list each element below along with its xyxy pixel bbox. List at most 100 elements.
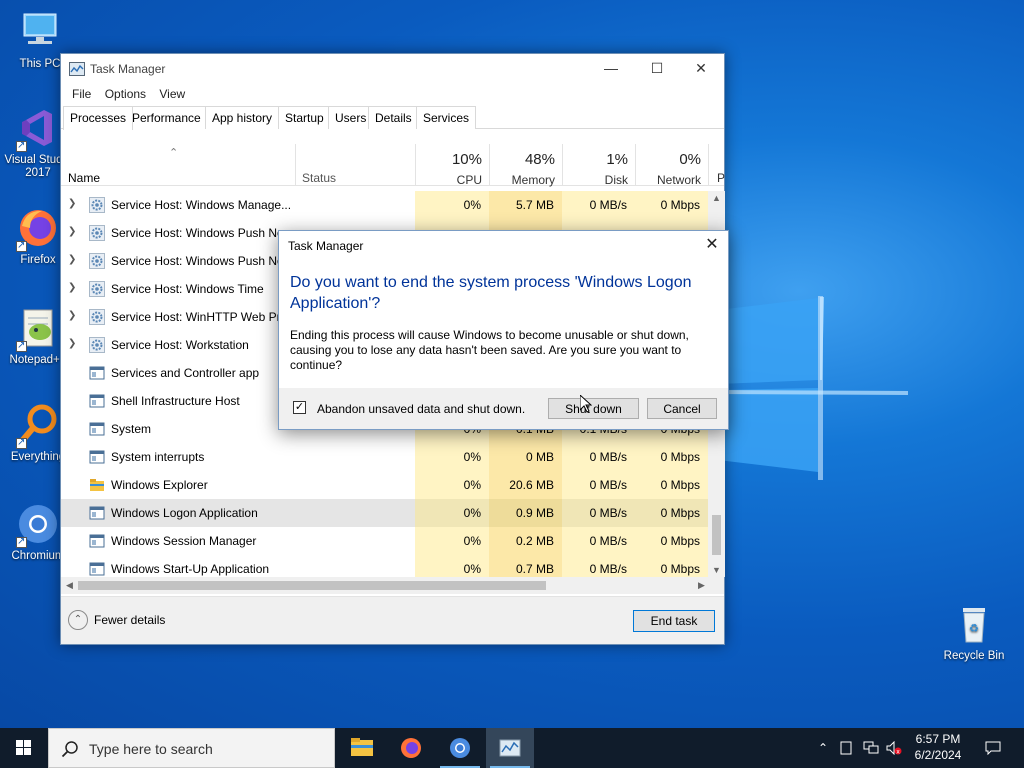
menu-file[interactable]: File [67, 82, 96, 106]
device-tray-icon[interactable] [836, 728, 856, 768]
start-button[interactable] [0, 728, 48, 768]
taskbar-file-explorer[interactable] [338, 728, 386, 768]
column-power-partial[interactable]: P [708, 144, 726, 186]
tab-users[interactable]: Users [328, 106, 374, 129]
memory-percent: 48% [524, 151, 555, 168]
end-process-dialog: Task Manager ✕ Do you want to end the sy… [278, 230, 729, 430]
close-button[interactable]: ✕ [678, 54, 724, 82]
abandon-data-checkbox[interactable]: ✓ [293, 401, 306, 414]
process-name: Windows Session Manager [111, 534, 257, 548]
taskbar-search-box[interactable]: Type here to search [48, 728, 335, 768]
expand-chevron-icon[interactable]: ❯ [68, 282, 76, 293]
volume-muted-icon[interactable]: x [884, 728, 904, 768]
process-cpu-cell: 0% [415, 499, 489, 527]
dialog-main-instruction: Do you want to end the system process 'W… [290, 274, 692, 312]
taskbar-chromium[interactable] [436, 728, 484, 768]
process-disk-cell: 0 MB/s [562, 443, 635, 471]
network-icon[interactable] [860, 728, 882, 768]
column-network[interactable]: 0% Network [635, 144, 708, 187]
fewer-details-label: Fewer details [94, 613, 166, 627]
cpu-percent: 10% [451, 151, 482, 168]
taskbar-task-manager[interactable] [486, 728, 534, 768]
tab-performance[interactable]: Performance [125, 106, 208, 129]
app-window-icon [89, 394, 105, 408]
scroll-left-icon[interactable]: ◀ [66, 580, 73, 591]
disk-percent: 1% [606, 151, 628, 168]
process-net-cell: 0 Mbps [635, 555, 708, 577]
dialog-close-icon[interactable]: ✕ [696, 231, 728, 259]
visual-studio-icon [16, 106, 60, 152]
maximize-button[interactable]: ☐ [634, 54, 680, 82]
search-icon [61, 741, 78, 758]
process-mem-cell: 5.7 MB [489, 191, 562, 219]
expand-chevron-icon[interactable]: ❯ [68, 310, 76, 321]
cancel-button[interactable]: Cancel [647, 398, 717, 419]
desktop-icon-recycle-bin[interactable]: ♻ Recycle Bin [938, 602, 1010, 663]
desktop-icon-label: Recycle Bin [943, 650, 1005, 662]
process-row[interactable]: Windows Logon Application 0% 0.9 MB 0 MB/s 0… [61, 499, 708, 527]
horizontal-scrollbar[interactable]: ◀ ▶ [61, 577, 724, 594]
tab-details[interactable]: Details [368, 106, 419, 129]
chevron-up-icon: ⌃ [68, 610, 88, 630]
column-cpu[interactable]: 10% CPU [415, 144, 489, 187]
expand-chevron-icon[interactable]: ❯ [68, 254, 76, 265]
app-window-icon [89, 534, 105, 548]
title-bar[interactable]: Task Manager — ☐ ✕ [61, 54, 724, 82]
process-name: Service Host: Windows Push No [111, 254, 284, 268]
column-status-label: Status [302, 171, 337, 185]
process-row[interactable]: System interrupts 0% 0 MB 0 MB/s 0 Mbps [61, 443, 708, 471]
app-window-icon [89, 506, 105, 520]
expand-chevron-icon[interactable]: ❯ [68, 338, 76, 349]
process-name: Services and Controller app [111, 366, 260, 380]
gear-icon [89, 281, 105, 297]
app-window-icon [89, 366, 105, 380]
process-net-cell: 0 Mbps [635, 191, 708, 219]
dialog-title: Task Manager [288, 239, 364, 253]
scroll-right-icon[interactable]: ▶ [698, 580, 705, 591]
scroll-up-icon[interactable]: ▲ [712, 193, 721, 203]
vertical-scroll-thumb[interactable] [712, 515, 721, 555]
tab-services[interactable]: Services [416, 106, 477, 129]
show-hidden-icons-chevron[interactable]: ⌃ [812, 728, 834, 768]
notifications-icon[interactable] [978, 728, 1008, 768]
system-clock[interactable]: 6:57 PM 6/2/2024 [902, 731, 974, 763]
taskbar: Type here to search ⌃ x 6:57 PM 6/2/2024 [0, 728, 1024, 768]
horizontal-scroll-thumb[interactable] [78, 581, 546, 590]
end-task-button[interactable]: End task [633, 610, 715, 632]
process-cpu-cell: 0% [415, 471, 489, 499]
taskbar-firefox[interactable] [387, 728, 435, 768]
expand-chevron-icon[interactable]: ❯ [68, 198, 76, 209]
process-cpu-cell: 0% [415, 555, 489, 577]
folder-icon [351, 738, 373, 756]
column-name[interactable]: Name [61, 144, 295, 186]
power-label-partial: P [717, 171, 726, 185]
process-name: Service Host: Workstation [111, 338, 249, 352]
process-name: Windows Logon Application [111, 506, 258, 520]
tab-processes[interactable]: Processes [63, 106, 134, 130]
process-mem-cell: 0.2 MB [489, 527, 562, 555]
menu-options[interactable]: Options [100, 82, 151, 106]
abandon-data-label[interactable]: Abandon unsaved data and shut down. [317, 402, 525, 416]
network-percent: 0% [679, 151, 701, 168]
minimize-button[interactable]: — [588, 54, 634, 82]
expand-chevron-icon[interactable]: ❯ [68, 226, 76, 237]
scroll-down-icon[interactable]: ▼ [712, 565, 721, 575]
process-name: Windows Explorer [111, 478, 208, 492]
tab-app-history[interactable]: App history [205, 106, 280, 129]
process-row[interactable]: Windows Start-Up Application 0% 0.7 MB 0 MB… [61, 555, 708, 577]
shut-down-button[interactable]: Shut down [548, 398, 639, 419]
column-disk[interactable]: 1% Disk [562, 144, 635, 187]
tab-startup[interactable]: Startup [278, 106, 331, 129]
windows-start-icon [16, 740, 31, 755]
process-row[interactable]: Windows Explorer 0% 20.6 MB 0 MB/s 0 Mbps [61, 471, 708, 499]
process-row[interactable]: Windows Session Manager 0% 0.2 MB 0 MB/s 0 M… [61, 527, 708, 555]
app-window-icon [89, 422, 105, 436]
column-memory[interactable]: 48% Memory [489, 144, 562, 187]
process-name: Service Host: Windows Push No [111, 226, 284, 240]
menu-view[interactable]: View [154, 82, 190, 106]
process-row[interactable]: ❯ Service Host: Windows Manage... 0% 5.7 MB… [61, 191, 708, 219]
column-status[interactable]: Status [295, 144, 415, 186]
everything-search-icon [16, 403, 60, 449]
process-name: Service Host: Windows Time [111, 282, 264, 296]
process-disk-cell: 0 MB/s [562, 527, 635, 555]
